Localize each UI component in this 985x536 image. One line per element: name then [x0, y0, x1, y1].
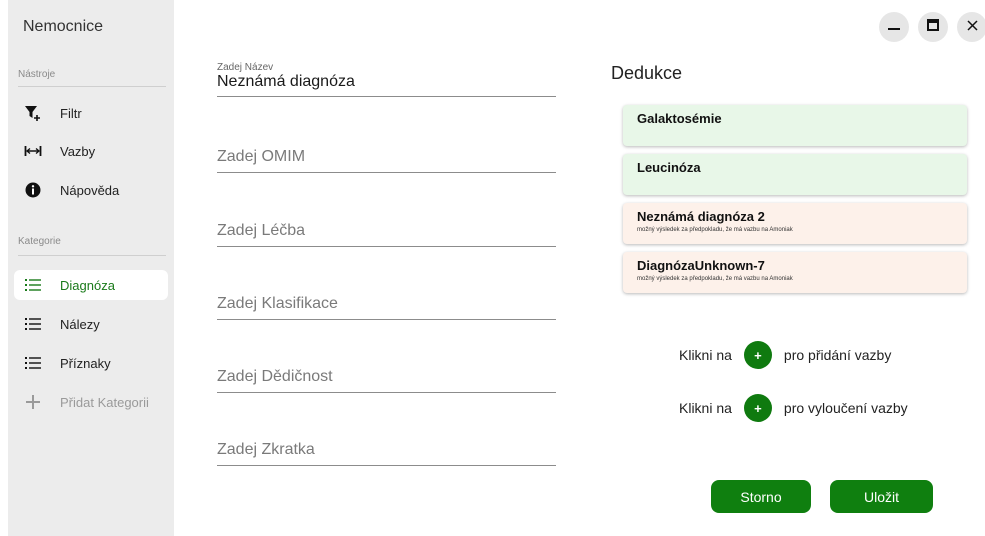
hint-prefix: Klikni na — [679, 400, 732, 416]
deduction-item[interactable]: Leucinóza — [623, 154, 967, 195]
maximize-icon — [927, 18, 939, 36]
name-field-label: Zadej Název — [217, 62, 274, 73]
sidebar-item-filtr[interactable]: Filtr — [14, 98, 168, 128]
sidebar: Nemocnice Nástroje Filtr Vazby Nápověda … — [8, 0, 174, 536]
sidebar-item-label: Filtr — [60, 105, 82, 121]
deduction-item-name: Neznámá diagnóza 2 — [637, 209, 765, 224]
sidebar-item-vazby[interactable]: Vazby — [14, 136, 168, 166]
klasifikace-input[interactable] — [217, 295, 556, 319]
zkratka-field[interactable] — [217, 441, 556, 466]
lecba-input[interactable] — [217, 222, 556, 246]
app-title: Nemocnice — [23, 18, 104, 35]
filter-add-icon — [22, 104, 44, 122]
info-icon — [22, 181, 44, 199]
sidebar-item-napoveda[interactable]: Nápověda — [14, 175, 168, 205]
list-icon — [22, 354, 44, 372]
save-button[interactable]: Uložit — [830, 480, 933, 513]
omim-input[interactable] — [217, 148, 556, 172]
dedicnost-input[interactable] — [217, 368, 556, 392]
maximize-button[interactable] — [918, 12, 948, 42]
sidebar-item-priznaky[interactable]: Příznaky — [14, 348, 168, 378]
klasifikace-field[interactable] — [217, 295, 556, 320]
sidebar-item-pridat-kategorii[interactable]: Přidat Kategorii — [14, 387, 168, 417]
name-field-value[interactable]: Neznámá diagnóza — [217, 73, 556, 96]
deduction-item-note: možný výsledek za předpokladu, že má vaz… — [637, 227, 793, 233]
deduction-item-name: Galaktosémie — [637, 111, 722, 126]
list-icon — [22, 276, 44, 294]
section-divider — [18, 86, 166, 87]
exclude-link-button[interactable]: + — [743, 394, 772, 422]
sidebar-item-label: Přidat Kategorii — [60, 394, 149, 410]
minimize-button[interactable] — [879, 12, 909, 42]
sidebar-item-label: Nálezy — [60, 316, 100, 332]
deduction-item[interactable]: Neznámá diagnóza 2 možný výsledek za pře… — [623, 203, 967, 244]
hint-add-text: pro přidání vazby — [783, 347, 892, 363]
exclude-link-hint: Klikni na + pro vyloučení vazby — [679, 394, 908, 422]
plus-icon — [22, 393, 44, 411]
deduction-title: Dedukce — [611, 63, 683, 83]
link-arrows-icon — [22, 142, 44, 160]
omim-field[interactable] — [217, 148, 556, 173]
deduction-item[interactable]: Galaktosémie — [623, 105, 967, 146]
deduction-item-note: možný výsledek za předpokladu, že má vaz… — [637, 276, 793, 282]
lecba-field[interactable] — [217, 222, 556, 247]
deduction-item-name: DiagnózaUnknown-7 — [637, 258, 765, 273]
sidebar-item-label: Nápověda — [60, 182, 120, 198]
dedicnost-field[interactable] — [217, 368, 556, 393]
close-button[interactable] — [957, 12, 985, 42]
add-link-button[interactable]: + — [743, 341, 772, 369]
sidebar-item-nalezy[interactable]: Nálezy — [14, 309, 168, 339]
sidebar-item-label: Vazby — [60, 143, 96, 159]
list-icon — [22, 315, 44, 333]
sidebar-item-diagnoza[interactable]: Diagnóza — [14, 270, 168, 300]
hint-exclude-text: pro vyloučení vazby — [783, 400, 908, 416]
sidebar-item-label: Příznaky — [60, 355, 111, 371]
add-link-hint: Klikni na + pro přidání vazby — [679, 341, 891, 369]
categories-section-label: Kategorie — [18, 236, 61, 247]
cancel-button[interactable]: Storno — [711, 480, 811, 513]
close-icon — [966, 18, 978, 36]
deduction-item-name: Leucinóza — [637, 160, 701, 175]
section-divider — [18, 255, 166, 256]
name-field[interactable]: Zadej Název Neznámá diagnóza — [217, 62, 556, 97]
minimize-icon — [888, 18, 900, 36]
sidebar-item-label: Diagnóza — [60, 277, 115, 293]
zkratka-input[interactable] — [217, 441, 556, 465]
tools-section-label: Nástroje — [18, 69, 56, 80]
hint-prefix: Klikni na — [679, 347, 732, 363]
deduction-item[interactable]: DiagnózaUnknown-7 možný výsledek za před… — [623, 252, 967, 293]
